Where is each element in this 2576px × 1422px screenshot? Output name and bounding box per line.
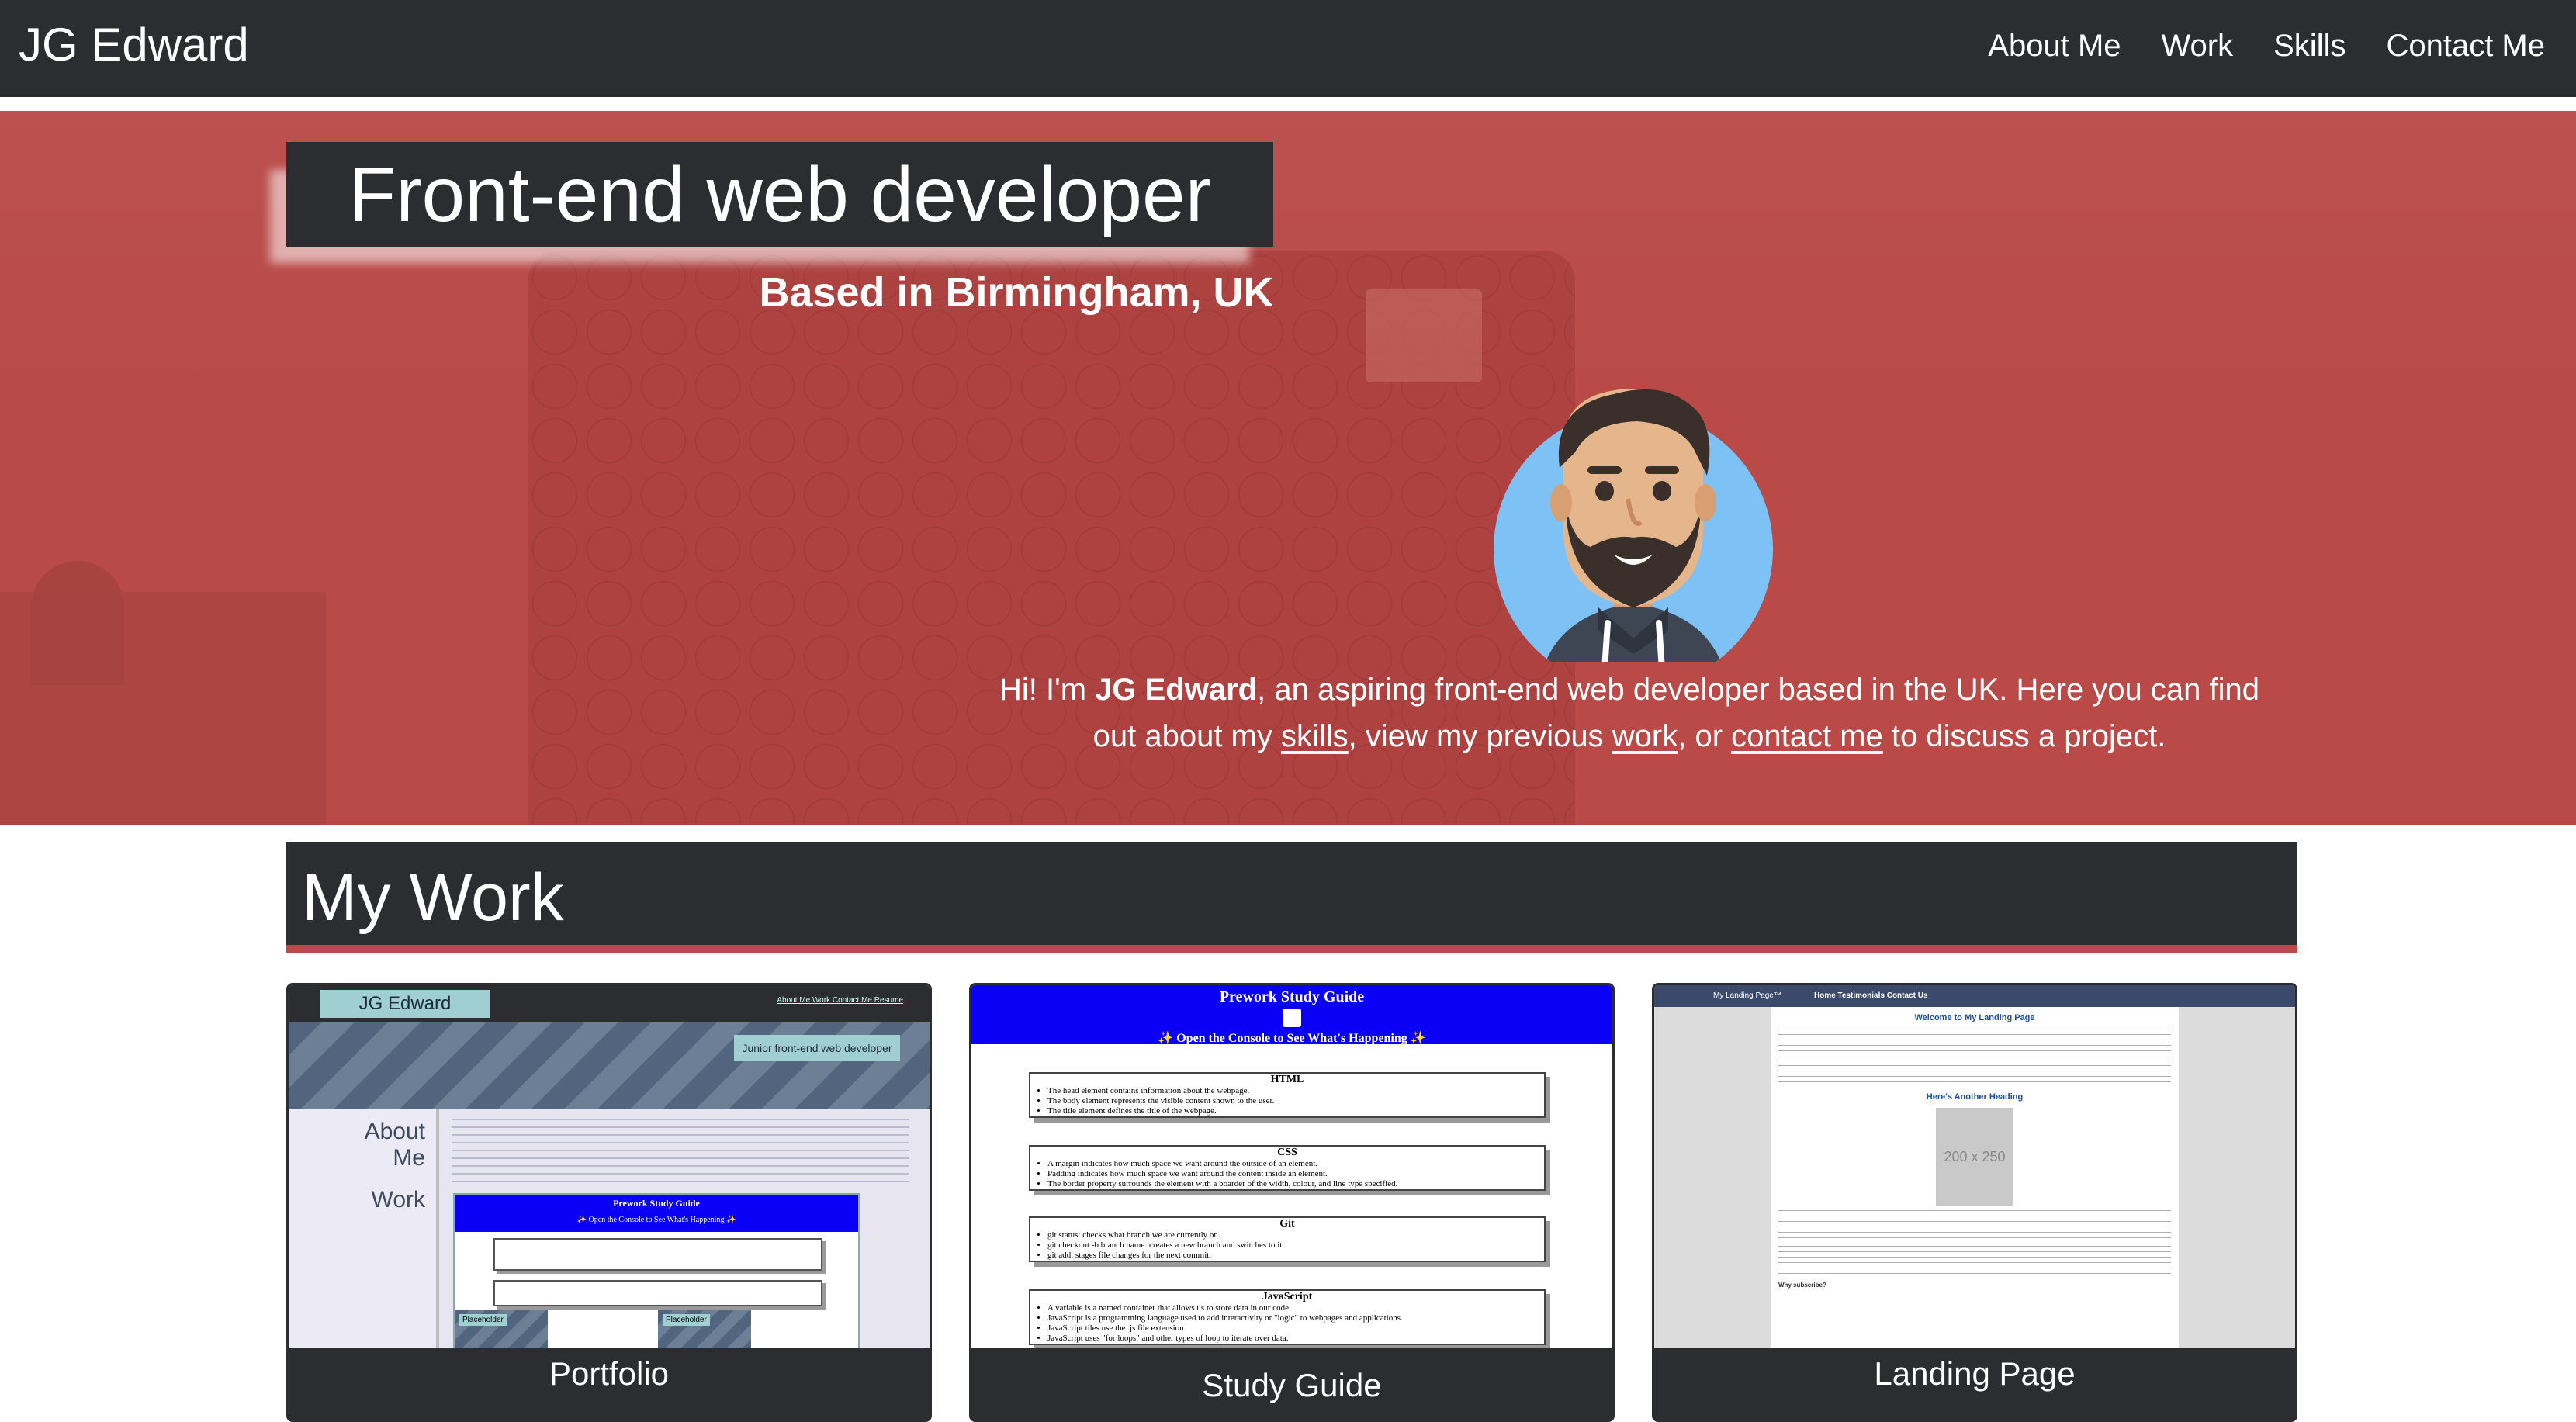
navbar-divider: [0, 97, 2576, 111]
guide-title: Prework Study Guide: [1219, 988, 1365, 1005]
thumb-tagline: Junior front-end web developer: [734, 1035, 900, 1061]
nav-link-contact[interactable]: Contact Me: [2386, 26, 2545, 65]
landing-right-gutter: [2179, 1007, 2295, 1348]
landing-image-placeholder: 200 x 250: [1936, 1108, 2013, 1206]
intro-text-5: to discuss a project.: [1882, 719, 2166, 753]
nav-link-skills[interactable]: Skills: [2273, 26, 2346, 65]
landing-text-block: [1778, 1246, 2171, 1277]
brand-link[interactable]: JG Edward: [19, 17, 249, 73]
intro-text-4: , or: [1678, 719, 1732, 753]
guide-item: JavaScript uses "for loops" and other ty…: [1047, 1334, 1544, 1344]
guide-section-html: HTML The head element contains informati…: [1029, 1072, 1546, 1118]
hero-intro: Hi! I'm JG Edward, an aspiring front-end…: [978, 666, 2281, 759]
guide-section-list: A margin indicates how much space we wan…: [1030, 1159, 1544, 1189]
thumb-brand: JG Edward: [320, 990, 490, 1018]
thumb-nav-links: About Me Work Contact Me Resume: [777, 996, 903, 1005]
guide-section-list: git status: checks what branch we are cu…: [1030, 1230, 1544, 1261]
thumb-mini-subtitle: ✨ Open the Console to See What's Happeni…: [576, 1216, 736, 1224]
card-title-study-guide: Study Guide: [1202, 1367, 1382, 1403]
nav-link-work[interactable]: Work: [2162, 26, 2234, 65]
hero-background-rotunda: [1366, 289, 1482, 382]
contact-link[interactable]: contact me: [1731, 719, 1883, 753]
guide-section-javascript: JavaScript A variable is a named contain…: [1029, 1289, 1546, 1345]
thumb-mini-header: Prework Study Guide ✨ Open the Console t…: [455, 1195, 858, 1232]
landing-heading-2: Here's Another Heading: [1926, 1092, 2024, 1102]
card-title-landing-page: Landing Page: [1874, 1355, 2076, 1392]
guide-item: The title element defines the title of t…: [1047, 1106, 1544, 1116]
top-navbar: JG Edward About Me Work Skills Contact M…: [0, 0, 2576, 97]
hero-headline: Front-end web developer: [348, 151, 1211, 238]
guide-section-heading: CSS: [1277, 1147, 1297, 1158]
guide-item: A variable is a named container that all…: [1047, 1303, 1544, 1313]
card-title-portfolio: Portfolio: [549, 1355, 670, 1392]
work-card-landing-page[interactable]: My Landing Page™ Home Testimonials Conta…: [1652, 983, 2297, 1422]
guide-section-heading: JavaScript: [1262, 1291, 1313, 1303]
nav-links: About Me Work Skills Contact Me: [1948, 26, 2545, 65]
intro-name: JG Edward: [1095, 673, 1258, 707]
thumb-mini-title: Prework Study Guide: [613, 1198, 700, 1209]
guide-section-git: Git git status: checks what branch we ar…: [1029, 1216, 1546, 1262]
work-header: My Work: [286, 842, 2297, 953]
guide-header: Prework Study Guide ✨ Open the Console t…: [971, 985, 1612, 1045]
landing-main: Welcome to My Landing Page Here's Anothe…: [1771, 1007, 2179, 1348]
guide-subtitle: ✨ Open the Console to See What's Happeni…: [1158, 1032, 1426, 1045]
guide-item: The head element contains information ab…: [1047, 1086, 1544, 1096]
thumb-work-heading: Work: [371, 1187, 425, 1213]
landing-navbar: My Landing Page™ Home Testimonials Conta…: [1654, 985, 2295, 1007]
thumb-placeholder-label: Placeholder: [459, 1314, 507, 1326]
landing-text-block: [1778, 1029, 2171, 1055]
guide-item: git status: checks what branch we are cu…: [1047, 1230, 1544, 1240]
guide-item: JavaScript tiles use the .js file extens…: [1047, 1323, 1544, 1334]
guide-section-list: The head element contains information ab…: [1030, 1086, 1544, 1116]
intro-text-1: Hi! I'm: [999, 673, 1096, 707]
avatar-image: [1494, 389, 1773, 662]
study-guide-thumbnail: Prework Study Guide ✨ Open the Console t…: [971, 985, 1612, 1348]
landing-heading-1: Welcome to My Landing Page: [1914, 1013, 2035, 1022]
thumb-mini-box-2: [493, 1280, 822, 1306]
landing-footer-label: Why subscribe?: [1778, 1282, 1826, 1289]
nav-link-about[interactable]: About Me: [1988, 26, 2121, 65]
guide-section-css: CSS A margin indicates how much space we…: [1029, 1145, 1546, 1191]
guide-item: JavaScript is a programming language use…: [1047, 1313, 1544, 1323]
guide-item: git checkout -b branch name: creates a n…: [1047, 1240, 1544, 1251]
landing-left-gutter: [1654, 1007, 1771, 1348]
thumb-placeholder-2: Placeholder: [658, 1310, 751, 1348]
work-card-study-guide[interactable]: Prework Study Guide ✨ Open the Console t…: [969, 983, 1615, 1422]
portfolio-thumbnail: JG Edward About Me Work Contact Me Resum…: [289, 985, 930, 1348]
guide-item: The body element represents the visible …: [1047, 1096, 1544, 1106]
thumb-navbar: JG Edward About Me Work Contact Me Resum…: [289, 985, 930, 1022]
guide-item: Padding indicates how much space we want…: [1047, 1169, 1544, 1179]
landing-text-block: [1778, 1060, 2171, 1086]
skills-link[interactable]: skills: [1281, 719, 1349, 753]
work-title: My Work: [302, 860, 564, 935]
work-card-portfolio[interactable]: JG Edward About Me Work Contact Me Resum…: [286, 983, 932, 1422]
thumb-mini-box: [493, 1238, 822, 1271]
hero-section: Front-end web developer Based in Birming…: [0, 111, 2576, 825]
landing-page-thumbnail: My Landing Page™ Home Testimonials Conta…: [1654, 985, 2295, 1348]
thumb-text-lines: [452, 1119, 909, 1188]
guide-item: The border property surrounds the elemen…: [1047, 1179, 1544, 1189]
landing-nav-links: Home Testimonials Contact Us: [1814, 991, 1928, 1000]
thumb-sidebar: About Me Work: [289, 1109, 439, 1348]
headline-box: Front-end web developer: [286, 142, 1273, 247]
hero-subheadline: Based in Birmingham, UK: [759, 269, 1274, 316]
thumb-mini-card: Prework Study Guide ✨ Open the Console t…: [453, 1193, 860, 1348]
guide-section-list: A variable is a named container that all…: [1030, 1303, 1544, 1344]
landing-text-block: [1778, 1210, 2171, 1241]
thumb-placeholder-label: Placeholder: [663, 1314, 710, 1326]
thumb-about-heading: About Me: [364, 1119, 425, 1171]
guide-item: git add: stages file changes for the nex…: [1047, 1251, 1544, 1261]
work-link[interactable]: work: [1612, 719, 1678, 753]
guide-section-heading: Git: [1279, 1218, 1295, 1230]
landing-brand: My Landing Page™: [1713, 991, 1781, 1000]
thumb-placeholder-1: Placeholder: [455, 1310, 548, 1348]
intro-text-3: , view my previous: [1348, 719, 1612, 753]
guide-logo-icon: [1283, 1009, 1301, 1027]
guide-section-heading: HTML: [1270, 1074, 1304, 1085]
guide-item: A margin indicates how much space we wan…: [1047, 1159, 1544, 1169]
hero-background-dome: [31, 561, 124, 685]
